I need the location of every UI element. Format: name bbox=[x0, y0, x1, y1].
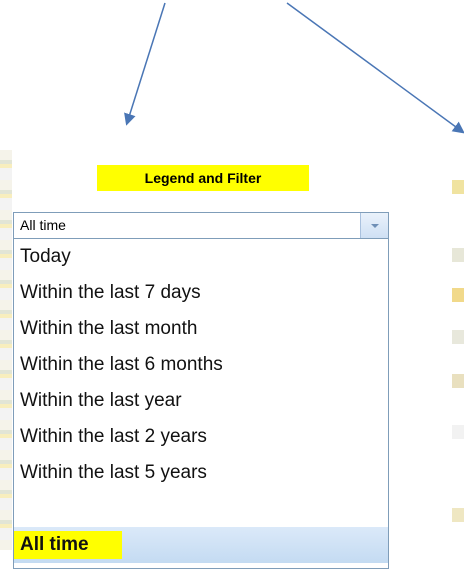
time-filter-options: Today Within the last 7 days Within the … bbox=[13, 239, 389, 569]
option-last-6-months[interactable]: Within the last 6 months bbox=[14, 347, 388, 383]
option-today[interactable]: Today bbox=[14, 239, 388, 275]
panel-title: Legend and Filter bbox=[97, 165, 309, 191]
option-last-2-years[interactable]: Within the last 2 years bbox=[14, 419, 388, 455]
option-all-time[interactable]: All time bbox=[14, 527, 388, 563]
time-filter-select[interactable]: All time bbox=[13, 212, 389, 239]
option-last-year[interactable]: Within the last year bbox=[14, 383, 388, 419]
map-fragment bbox=[452, 425, 464, 439]
dropdown-button[interactable] bbox=[360, 213, 388, 238]
arrow-icon bbox=[286, 2, 464, 134]
panel-title-text: Legend and Filter bbox=[144, 170, 262, 186]
map-edge-strip bbox=[0, 150, 12, 550]
time-filter-selected-value: All time bbox=[20, 217, 66, 233]
map-fragment bbox=[452, 180, 464, 194]
option-last-5-years[interactable]: Within the last 5 years bbox=[14, 455, 388, 491]
arrow-icon bbox=[124, 2, 166, 126]
map-fragment bbox=[452, 330, 464, 344]
chevron-down-icon bbox=[370, 223, 379, 228]
map-fragment bbox=[452, 374, 464, 388]
map-fragment bbox=[452, 508, 464, 522]
map-fragment bbox=[452, 288, 464, 302]
option-last-7-days[interactable]: Within the last 7 days bbox=[14, 275, 388, 311]
map-fragment bbox=[452, 248, 464, 262]
option-last-month[interactable]: Within the last month bbox=[14, 311, 388, 347]
right-panel-edge bbox=[452, 160, 464, 572]
